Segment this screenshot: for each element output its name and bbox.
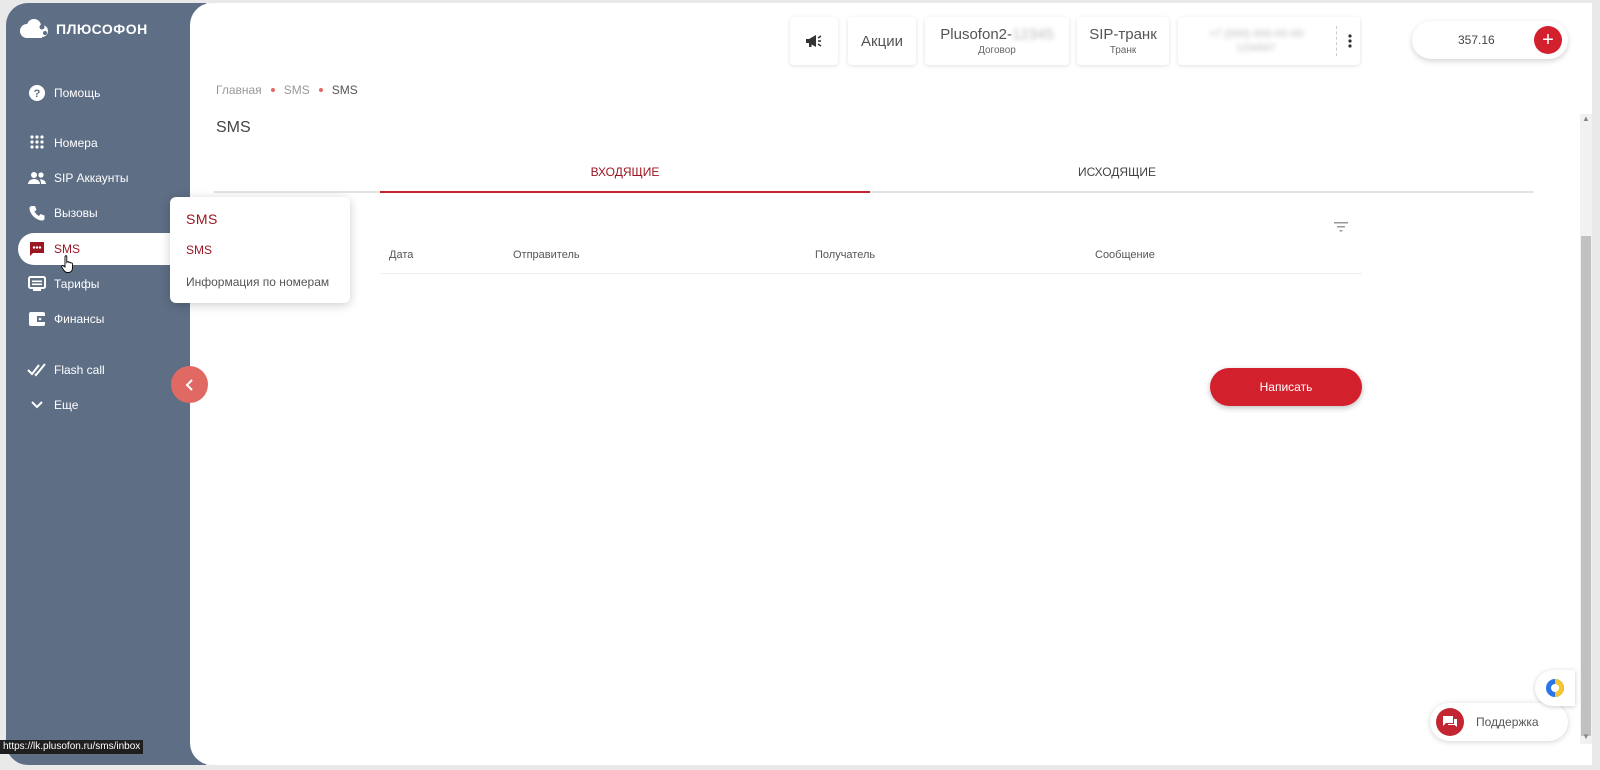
sidebar-item-label: Flash call <box>54 363 105 377</box>
sip-sub: Транк <box>1109 45 1137 56</box>
phone-icon <box>26 202 48 224</box>
breadcrumb-separator <box>270 88 275 92</box>
phone-card[interactable]: +7 (000) 000-00-00 1234567 <box>1178 17 1360 65</box>
write-button[interactable]: Написать <box>1210 368 1362 406</box>
breadcrumb: Главная SMS SMS <box>216 83 358 97</box>
sidebar-item-label: Еще <box>54 398 79 412</box>
column-header-sender[interactable]: Отправитель <box>513 249 580 261</box>
balance-value: 357.16 <box>1458 33 1495 47</box>
dialpad-icon <box>26 132 48 154</box>
submenu-item-sms[interactable]: SMS <box>186 243 212 257</box>
account-card[interactable]: Plusofon2-12345 Договор <box>925 17 1069 65</box>
wallet-icon <box>26 308 48 330</box>
chevron-left-icon <box>185 378 193 391</box>
announcements-button[interactable] <box>790 17 838 65</box>
column-header-recipient[interactable]: Получатель <box>815 249 875 261</box>
table-header: Дата Отправитель Получатель Сообщение <box>380 241 1362 274</box>
submenu-title: SMS <box>186 211 218 227</box>
megaphone-icon <box>806 35 822 47</box>
tab-outgoing[interactable]: ИСХОДЯЩИЕ <box>870 153 1364 191</box>
breadcrumb-current: SMS <box>331 83 358 97</box>
tab-incoming[interactable]: ВХОДЯЩИЕ <box>380 153 870 193</box>
brand-logo[interactable]: ПЛЮСОФОН <box>18 17 148 41</box>
support-button[interactable]: Поддержка <box>1430 703 1568 741</box>
filter-icon[interactable] <box>1334 219 1348 237</box>
sidebar-item-label: SIP Аккаунты <box>54 171 129 185</box>
support-label: Поддержка <box>1476 715 1539 729</box>
promo-button[interactable]: Акции <box>848 17 916 65</box>
balance-widget[interactable]: 357.16 + <box>1412 21 1568 59</box>
phone-number-hidden: +7 (000) 000-00-00 <box>1208 28 1304 40</box>
sidebar-item-help[interactable]: ? Помощь <box>18 77 178 109</box>
phone-sub-hidden: 1234567 <box>1236 43 1276 54</box>
sidebar-item-sms[interactable]: SMS <box>18 233 188 265</box>
sidebar-item-calls[interactable]: Вызовы <box>18 197 178 229</box>
breadcrumb-home[interactable]: Главная <box>216 83 262 97</box>
account-sub: Договор <box>978 45 1016 56</box>
account-name-hidden: 12345 <box>1012 26 1054 43</box>
hand-cursor-icon <box>61 255 73 273</box>
divider <box>1336 26 1338 56</box>
scroll-down-arrow[interactable]: ▼ <box>1580 732 1592 744</box>
sip-trunk-card[interactable]: SIP-транк Транк <box>1077 17 1169 65</box>
svg-text:?: ? <box>34 88 41 100</box>
sms-submenu: SMS SMS Информация по номерам <box>170 197 350 303</box>
sidebar-item-flash-call[interactable]: Flash call <box>18 354 178 386</box>
help-icon: ? <box>26 82 48 104</box>
sidebar-item-label: Помощь <box>54 86 101 100</box>
sidebar-item-label: Вызовы <box>54 206 98 220</box>
top-bar: Акции Plusofon2-12345 Договор SIP-транк … <box>190 13 1592 69</box>
double-check-icon <box>26 359 48 381</box>
scrollbar[interactable] <box>1580 114 1592 744</box>
column-header-message[interactable]: Сообщение <box>1095 249 1155 261</box>
scroll-up-arrow[interactable]: ▲ <box>1580 114 1592 126</box>
sidebar-item-sip-accounts[interactable]: SIP Аккаунты <box>18 162 178 194</box>
breadcrumb-separator <box>318 88 323 92</box>
people-icon <box>26 167 48 189</box>
account-name: Plusofon2-12345 <box>940 26 1054 43</box>
top-up-button[interactable]: + <box>1534 26 1562 54</box>
sip-label: SIP-транк <box>1089 26 1157 43</box>
side-widget[interactable] <box>1535 670 1575 706</box>
sidebar-item-tariffs[interactable]: Тарифы <box>18 268 178 300</box>
cloud-logo-icon <box>20 19 48 38</box>
sidebar-item-label: Номера <box>54 136 98 150</box>
chevron-down-icon <box>26 394 48 416</box>
sidebar-item-label: SMS <box>54 242 81 256</box>
sidebar-item-finance[interactable]: Финансы <box>18 303 178 335</box>
plus-icon: + <box>1542 28 1554 51</box>
submenu-item-number-info[interactable]: Информация по номерам <box>186 275 329 289</box>
scrollbar-thumb[interactable] <box>1581 236 1591 736</box>
column-header-date[interactable]: Дата <box>389 249 413 261</box>
collapse-sidebar-button[interactable] <box>171 366 208 403</box>
main-content: Акции Plusofon2-12345 Договор SIP-транк … <box>190 3 1592 765</box>
page-title: SMS <box>216 119 251 136</box>
status-url: https://lk.plusofon.ru/sms/inbox <box>0 740 144 754</box>
chat-icon <box>1436 708 1464 736</box>
chrome-extension-icon <box>1546 679 1564 697</box>
more-vertical-icon[interactable] <box>1348 34 1352 48</box>
sidebar-item-numbers[interactable]: Номера <box>18 127 178 159</box>
tariff-icon <box>26 273 48 295</box>
sidebar-item-label: Тарифы <box>54 277 100 291</box>
brand-name: ПЛЮСОФОН <box>56 21 148 37</box>
promo-label: Акции <box>861 32 903 50</box>
sms-icon <box>26 238 48 260</box>
breadcrumb-sms[interactable]: SMS <box>284 83 310 97</box>
sidebar-item-label: Финансы <box>54 312 105 326</box>
sidebar-item-more[interactable]: Еще <box>18 389 178 421</box>
tabs: ВХОДЯЩИЕ ИСХОДЯЩИЕ <box>214 153 1534 193</box>
